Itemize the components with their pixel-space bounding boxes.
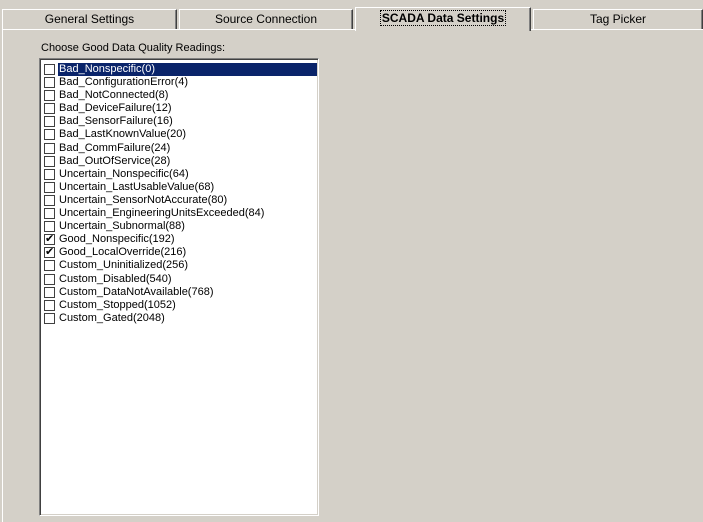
tab-label: SCADA Data Settings — [379, 10, 507, 26]
list-item[interactable]: Bad_DeviceFailure(12) — [43, 102, 317, 115]
list-item[interactable]: Bad_CommFailure(24) — [43, 142, 317, 155]
list-item-label: Uncertain_Subnormal(88) — [59, 220, 185, 233]
checkbox[interactable] — [44, 103, 55, 115]
list-item-label: Bad_CommFailure(24) — [59, 141, 171, 154]
checkbox-checked[interactable]: ✔ — [44, 233, 55, 246]
list-item[interactable]: Bad_SensorFailure(16) — [43, 115, 317, 128]
list-item[interactable]: ✔ Good_LocalOverride(216) — [43, 246, 317, 259]
quality-readings-checklist[interactable]: Bad_Nonspecific(0) Bad_ConfigurationError… — [39, 58, 319, 516]
checkbox[interactable] — [44, 142, 55, 154]
tab-strip: General Settings Source Connection Tag P… — [0, 0, 703, 31]
checkmark-icon: ✔ — [45, 246, 55, 259]
tab-source-connection[interactable]: Source Connection — [179, 9, 353, 29]
list-item[interactable]: Bad_NotConnected(8) — [43, 89, 317, 102]
checkbox[interactable] — [44, 221, 55, 233]
list-item-label: Good_Nonspecific(192) — [59, 233, 175, 246]
list-item-label: Uncertain_Nonspecific(64) — [59, 167, 189, 180]
list-item[interactable]: Custom_Uninitialized(256) — [43, 259, 317, 272]
list-item-label: Uncertain_LastUsableValue(68) — [59, 180, 215, 193]
checkbox-checked[interactable]: ✔ — [44, 246, 55, 259]
list-item-label: Custom_DataNotAvailable(768) — [59, 285, 214, 298]
scada-settings-dialog: General Settings Source Connection Tag P… — [0, 0, 703, 522]
tab-general-settings[interactable]: General Settings — [2, 9, 177, 29]
quality-list: Bad_Nonspecific(0) Bad_ConfigurationError… — [43, 63, 317, 325]
list-item-label: Bad_DeviceFailure(12) — [59, 102, 172, 115]
list-item-label: Custom_Disabled(540) — [59, 272, 172, 285]
checkbox[interactable] — [44, 299, 55, 311]
list-item-label: Bad_NotConnected(8) — [59, 89, 169, 102]
list-item[interactable]: Bad_OutOfService(28) — [43, 155, 317, 168]
list-item-label: Custom_Gated(2048) — [59, 311, 165, 324]
list-item-label: Bad_SensorFailure(16) — [59, 115, 173, 128]
list-item[interactable]: ✔ Good_Nonspecific(192) — [43, 233, 317, 246]
list-item-label: Bad_LastKnownValue(20) — [59, 128, 186, 141]
checkbox[interactable] — [44, 129, 55, 141]
checkbox[interactable] — [44, 90, 55, 102]
list-item[interactable]: Custom_Stopped(1052) — [43, 299, 317, 312]
tab-label: Tag Picker — [589, 12, 647, 26]
list-item[interactable]: Bad_Nonspecific(0) — [43, 63, 317, 76]
checkbox[interactable] — [44, 155, 55, 167]
list-item[interactable]: Uncertain_SensorNotAccurate(80) — [43, 194, 317, 207]
list-item-label: Bad_OutOfService(28) — [59, 154, 171, 167]
list-item-label: Uncertain_SensorNotAccurate(80) — [59, 193, 228, 206]
list-item-label: Bad_ConfigurationError(4) — [59, 76, 189, 89]
tab-scada-data-settings[interactable]: SCADA Data Settings — [355, 7, 531, 31]
list-item[interactable]: Bad_ConfigurationError(4) — [43, 76, 317, 89]
list-item[interactable]: Uncertain_Subnormal(88) — [43, 220, 317, 233]
list-item[interactable]: Custom_Disabled(540) — [43, 273, 317, 286]
tab-label: Source Connection — [214, 12, 318, 26]
list-item[interactable]: Bad_LastKnownValue(20) — [43, 128, 317, 141]
list-item-label: Custom_Uninitialized(256) — [59, 259, 189, 272]
list-item[interactable]: Custom_DataNotAvailable(768) — [43, 286, 317, 299]
checkbox[interactable] — [44, 273, 55, 285]
list-item-label: Custom_Stopped(1052) — [59, 298, 176, 311]
list-item-label: Bad_Nonspecific(0) — [58, 63, 317, 76]
checkbox[interactable] — [44, 168, 55, 180]
list-item-label: Good_LocalOverride(216) — [59, 246, 187, 259]
checkbox[interactable] — [44, 77, 55, 89]
quality-readings-label: Choose Good Data Quality Readings: — [41, 42, 226, 54]
checkbox[interactable] — [44, 194, 55, 206]
checkbox[interactable] — [44, 116, 55, 128]
list-item[interactable]: Uncertain_LastUsableValue(68) — [43, 181, 317, 194]
tab-label: General Settings — [44, 12, 135, 26]
list-item[interactable]: Uncertain_EngineeringUnitsExceeded(84) — [43, 207, 317, 220]
checkbox[interactable] — [44, 181, 55, 193]
checkbox[interactable] — [44, 312, 55, 324]
tab-tag-picker[interactable]: Tag Picker — [533, 9, 703, 29]
checkbox[interactable] — [44, 286, 55, 298]
list-item-label: Uncertain_EngineeringUnitsExceeded(84) — [59, 207, 265, 220]
checkmark-icon: ✔ — [45, 233, 55, 246]
checkbox[interactable] — [44, 208, 55, 220]
list-item[interactable]: Uncertain_Nonspecific(64) — [43, 168, 317, 181]
list-item[interactable]: Custom_Gated(2048) — [43, 312, 317, 325]
checkbox[interactable] — [44, 64, 55, 75]
checkbox[interactable] — [44, 260, 55, 272]
